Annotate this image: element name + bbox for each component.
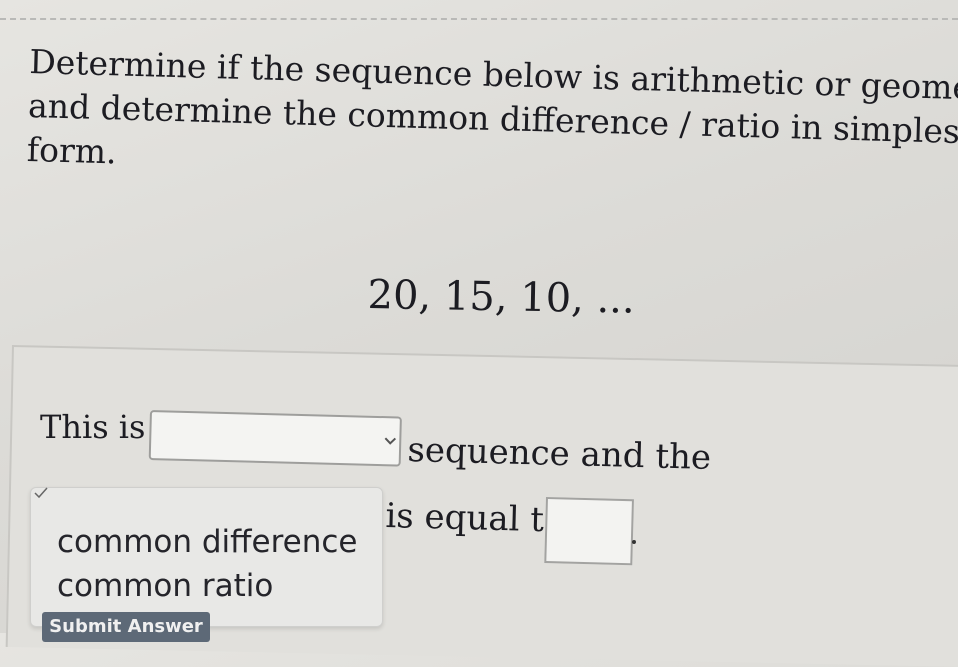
- dropdown-option-common-ratio[interactable]: common ratio: [57, 568, 273, 604]
- answer-suffix-text: is equal to: [384, 496, 565, 541]
- answer-middle-text: sequence and the: [406, 430, 712, 478]
- answer-prefix: This is: [40, 408, 146, 446]
- period-mark: [632, 540, 636, 544]
- sequence-type-dropdown: common difference common ratio: [30, 487, 383, 627]
- sequence-display: 20, 15, 10, ...: [367, 272, 636, 323]
- chevron-down-icon: [384, 437, 397, 445]
- value-input[interactable]: [544, 497, 634, 566]
- sequence-type-select[interactable]: [148, 410, 402, 467]
- check-icon: [34, 487, 48, 499]
- dropdown-option-common-difference[interactable]: common difference: [57, 524, 358, 560]
- question-text: Determine if the sequence below is arith…: [26, 40, 958, 198]
- section-divider: [0, 18, 958, 20]
- submit-answer-button[interactable]: Submit Answer: [42, 612, 210, 642]
